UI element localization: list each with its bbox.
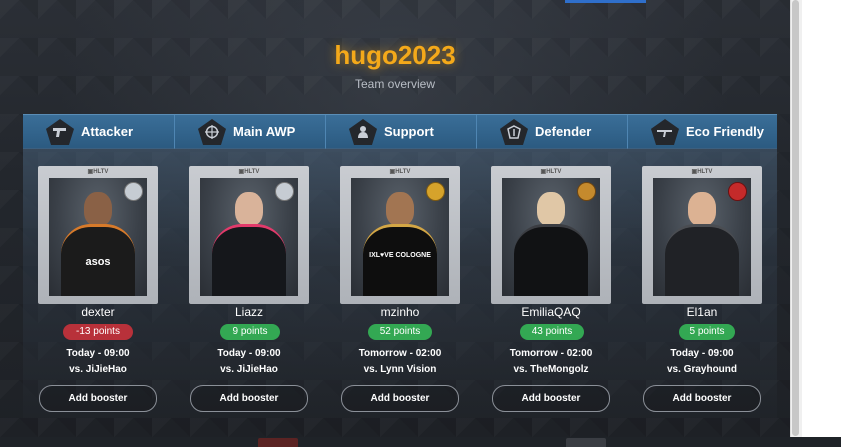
player-name: El1an [686, 305, 718, 319]
role-label: Attacker [81, 124, 134, 139]
pistol-icon [46, 119, 74, 145]
points-badge: 43 points [520, 324, 584, 340]
match-opponent: vs. TheMongolz [513, 364, 589, 375]
role-label: Main AWP [233, 124, 296, 139]
team-logo-icon [728, 182, 747, 201]
team-name: hugo2023 [334, 40, 456, 70]
team-logo-icon [426, 182, 445, 201]
active-tab-indicator [565, 0, 646, 3]
defender-icon [500, 119, 528, 145]
page-subtitle: Team overview [354, 77, 436, 91]
player-card[interactable]: HLTV [189, 166, 309, 304]
add-booster-button[interactable]: Add booster [39, 385, 157, 412]
team-overview-panel: hugo2023 Team overview Attacker Main AWP… [0, 0, 790, 437]
player-card[interactable]: HLTV [491, 166, 611, 304]
match-opponent: vs. Lynn Vision [363, 364, 437, 375]
hltv-badge: HLTV [642, 168, 762, 175]
role-label: Support [384, 124, 434, 139]
match-opponent: vs. Grayhound [666, 364, 737, 375]
player-card[interactable]: HLTV IXL♥VE COLOGNE [340, 166, 460, 304]
hltv-badge: HLTV [189, 168, 309, 175]
points-badge: 52 points [368, 324, 432, 340]
points-badge: 9 points [220, 324, 280, 340]
add-booster-button[interactable]: Add booster [190, 385, 308, 412]
player-photo [502, 178, 600, 296]
role-attacker: Attacker [23, 115, 173, 149]
hltv-badge: HLTV [491, 168, 611, 175]
scrollbar-thumb[interactable] [792, 0, 799, 436]
player-card[interactable]: HLTV asos [38, 166, 158, 304]
match-time: Tomorrow - 02:00 [358, 348, 442, 359]
add-booster-button[interactable]: Add booster [643, 385, 761, 412]
player-name: dexter [81, 305, 115, 319]
player-photo [653, 178, 751, 296]
role-label: Eco Friendly [686, 124, 765, 139]
role-support: Support [325, 115, 476, 149]
hltv-badge: HLTV [340, 168, 460, 175]
match-time: Today - 09:00 [670, 348, 734, 359]
match-time: Today - 09:00 [66, 348, 130, 359]
role-main-awp: Main AWP [174, 115, 325, 149]
add-booster-button[interactable]: Add booster [492, 385, 610, 412]
role-eco-friendly: Eco Friendly [627, 115, 778, 149]
jersey-text: asos [85, 256, 111, 268]
role-label: Defender [535, 124, 592, 139]
points-badge: -13 points [63, 324, 133, 340]
match-opponent: vs. JiJieHao [69, 364, 127, 375]
match-opponent: vs. JiJieHao [220, 364, 278, 375]
player-name: mzinho [380, 305, 420, 319]
player-name: EmiliaQAQ [521, 305, 581, 319]
match-time: Tomorrow - 02:00 [509, 348, 593, 359]
player-photo: asos [49, 178, 147, 296]
hltv-badge: HLTV [38, 168, 158, 175]
match-time: Today - 09:00 [217, 348, 281, 359]
crosshair-icon [198, 119, 226, 145]
rifle-icon [651, 119, 679, 145]
team-logo-icon [124, 182, 143, 201]
roles-bar: Attacker Main AWP Support Defender Eco F… [23, 114, 777, 149]
support-icon [349, 119, 377, 145]
player-photo [200, 178, 298, 296]
bottom-toolbar [0, 437, 841, 447]
player-card[interactable]: HLTV [642, 166, 762, 304]
bottom-tab[interactable] [566, 438, 606, 447]
team-logo-icon [577, 182, 596, 201]
jersey-text: IXL♥VE COLOGNE [369, 252, 431, 259]
bottom-tab[interactable] [258, 438, 298, 447]
player-photo: IXL♥VE COLOGNE [351, 178, 449, 296]
player-name: Liazz [234, 305, 263, 319]
team-logo-icon [275, 182, 294, 201]
role-defender: Defender [476, 115, 627, 149]
points-badge: 5 points [679, 324, 735, 340]
add-booster-button[interactable]: Add booster [341, 385, 459, 412]
